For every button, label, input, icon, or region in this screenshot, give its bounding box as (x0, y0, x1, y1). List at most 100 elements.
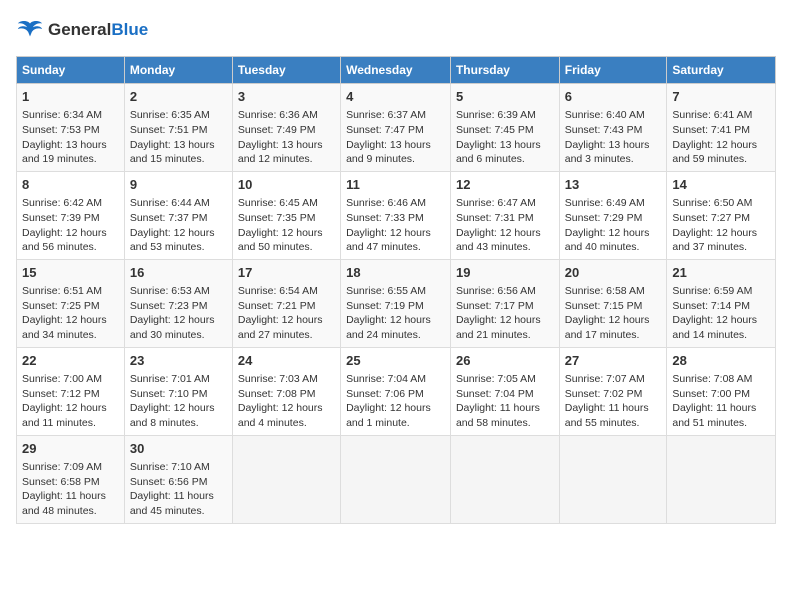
day-number: 8 (22, 176, 119, 194)
calendar-cell: 4Sunrise: 6:37 AMSunset: 7:47 PMDaylight… (341, 84, 451, 172)
day-number: 7 (672, 88, 770, 106)
calendar-cell: 26Sunrise: 7:05 AMSunset: 7:04 PMDayligh… (450, 347, 559, 435)
sunset: Sunset: 7:27 PM (672, 212, 750, 224)
week-row-1: 1Sunrise: 6:34 AMSunset: 7:53 PMDaylight… (17, 84, 776, 172)
sunset: Sunset: 7:23 PM (130, 300, 208, 312)
calendar-cell: 24Sunrise: 7:03 AMSunset: 7:08 PMDayligh… (232, 347, 340, 435)
sunset: Sunset: 7:25 PM (22, 300, 100, 312)
sunrise: Sunrise: 7:05 AM (456, 373, 536, 385)
sunrise: Sunrise: 7:01 AM (130, 373, 210, 385)
day-number: 24 (238, 352, 335, 370)
calendar-cell (232, 435, 340, 523)
sunrise: Sunrise: 6:36 AM (238, 109, 318, 121)
sunset: Sunset: 7:53 PM (22, 124, 100, 136)
sunrise: Sunrise: 6:58 AM (565, 285, 645, 297)
week-row-5: 29Sunrise: 7:09 AMSunset: 6:58 PMDayligh… (17, 435, 776, 523)
daylight: Daylight: 12 hours and 17 minutes. (565, 314, 650, 341)
day-number: 4 (346, 88, 445, 106)
day-number: 13 (565, 176, 662, 194)
sunset: Sunset: 7:43 PM (565, 124, 643, 136)
calendar-cell: 3Sunrise: 6:36 AMSunset: 7:49 PMDaylight… (232, 84, 340, 172)
day-number: 15 (22, 264, 119, 282)
sunset: Sunset: 7:12 PM (22, 388, 100, 400)
day-number: 30 (130, 440, 227, 458)
daylight: Daylight: 13 hours and 15 minutes. (130, 139, 215, 166)
sunrise: Sunrise: 6:55 AM (346, 285, 426, 297)
sunset: Sunset: 7:47 PM (346, 124, 424, 136)
daylight: Daylight: 11 hours and 48 minutes. (22, 490, 106, 517)
sunrise: Sunrise: 6:45 AM (238, 197, 318, 209)
col-header-wednesday: Wednesday (341, 57, 451, 84)
daylight: Daylight: 11 hours and 58 minutes. (456, 402, 540, 429)
col-header-thursday: Thursday (450, 57, 559, 84)
calendar-cell: 18Sunrise: 6:55 AMSunset: 7:19 PMDayligh… (341, 259, 451, 347)
sunset: Sunset: 7:37 PM (130, 212, 208, 224)
day-number: 6 (565, 88, 662, 106)
calendar-cell: 5Sunrise: 6:39 AMSunset: 7:45 PMDaylight… (450, 84, 559, 172)
calendar-cell: 22Sunrise: 7:00 AMSunset: 7:12 PMDayligh… (17, 347, 125, 435)
calendar-cell: 9Sunrise: 6:44 AMSunset: 7:37 PMDaylight… (124, 171, 232, 259)
sunrise: Sunrise: 6:51 AM (22, 285, 102, 297)
day-number: 29 (22, 440, 119, 458)
calendar-cell: 16Sunrise: 6:53 AMSunset: 7:23 PMDayligh… (124, 259, 232, 347)
daylight: Daylight: 12 hours and 53 minutes. (130, 227, 215, 254)
day-number: 16 (130, 264, 227, 282)
calendar-table: SundayMondayTuesdayWednesdayThursdayFrid… (16, 56, 776, 524)
daylight: Daylight: 12 hours and 27 minutes. (238, 314, 323, 341)
calendar-cell: 25Sunrise: 7:04 AMSunset: 7:06 PMDayligh… (341, 347, 451, 435)
daylight: Daylight: 12 hours and 43 minutes. (456, 227, 541, 254)
daylight: Daylight: 13 hours and 12 minutes. (238, 139, 323, 166)
col-header-monday: Monday (124, 57, 232, 84)
sunset: Sunset: 7:45 PM (456, 124, 534, 136)
daylight: Daylight: 11 hours and 45 minutes. (130, 490, 214, 517)
calendar-cell: 28Sunrise: 7:08 AMSunset: 7:00 PMDayligh… (667, 347, 776, 435)
day-number: 10 (238, 176, 335, 194)
sunrise: Sunrise: 6:37 AM (346, 109, 426, 121)
calendar-cell: 11Sunrise: 6:46 AMSunset: 7:33 PMDayligh… (341, 171, 451, 259)
week-row-2: 8 Sunrise: 6:42 AM Sunset: 7:39 PM Daylight… (17, 171, 776, 259)
sunrise: Sunrise: 6:42 AM (22, 197, 102, 209)
daylight: Daylight: 12 hours and 56 minutes. (22, 227, 107, 254)
sunrise: Sunrise: 7:07 AM (565, 373, 645, 385)
sunrise: Sunrise: 7:03 AM (238, 373, 318, 385)
sunrise: Sunrise: 6:59 AM (672, 285, 752, 297)
sunrise: Sunrise: 6:35 AM (130, 109, 210, 121)
calendar-cell: 30Sunrise: 7:10 AMSunset: 6:56 PMDayligh… (124, 435, 232, 523)
sunset: Sunset: 7:10 PM (130, 388, 208, 400)
day-number: 21 (672, 264, 770, 282)
sunrise: Sunrise: 6:40 AM (565, 109, 645, 121)
calendar-cell: 2Sunrise: 6:35 AMSunset: 7:51 PMDaylight… (124, 84, 232, 172)
daylight: Daylight: 12 hours and 30 minutes. (130, 314, 215, 341)
day-number: 25 (346, 352, 445, 370)
daylight: Daylight: 12 hours and 50 minutes. (238, 227, 323, 254)
sunrise: Sunrise: 7:04 AM (346, 373, 426, 385)
calendar-cell: 20 Sunrise: 6:58 AM Sunset: 7:15 PM Dayligh… (559, 259, 667, 347)
daylight: Daylight: 11 hours and 55 minutes. (565, 402, 649, 429)
calendar-cell: 17Sunrise: 6:54 AMSunset: 7:21 PMDayligh… (232, 259, 340, 347)
daylight: Daylight: 12 hours and 1 minute. (346, 402, 431, 429)
sunrise: Sunrise: 6:44 AM (130, 197, 210, 209)
calendar-cell: 19Sunrise: 6:56 AMSunset: 7:17 PMDayligh… (450, 259, 559, 347)
day-number: 1 (22, 88, 119, 106)
sunset: Sunset: 7:29 PM (565, 212, 643, 224)
calendar-cell (559, 435, 667, 523)
day-number: 23 (130, 352, 227, 370)
calendar-cell: 1Sunrise: 6:34 AMSunset: 7:53 PMDaylight… (17, 84, 125, 172)
sunset: Sunset: 7:51 PM (130, 124, 208, 136)
sunset: Sunset: 7:15 PM (565, 300, 643, 312)
daylight: Daylight: 12 hours and 47 minutes. (346, 227, 431, 254)
day-number: 20 (565, 264, 662, 282)
sunset: Sunset: 7:00 PM (672, 388, 750, 400)
sunset: Sunset: 7:02 PM (565, 388, 643, 400)
sunrise: Sunrise: 7:08 AM (672, 373, 752, 385)
calendar-cell: 14Sunrise: 6:50 AMSunset: 7:27 PMDayligh… (667, 171, 776, 259)
day-number: 26 (456, 352, 554, 370)
sunset: Sunset: 7:39 PM (22, 212, 100, 224)
day-number: 14 (672, 176, 770, 194)
daylight: Daylight: 12 hours and 21 minutes. (456, 314, 541, 341)
day-number: 27 (565, 352, 662, 370)
sunrise: Sunrise: 7:10 AM (130, 461, 210, 473)
calendar-cell: 12Sunrise: 6:47 AMSunset: 7:31 PMDayligh… (450, 171, 559, 259)
sunset: Sunset: 7:19 PM (346, 300, 424, 312)
day-number: 12 (456, 176, 554, 194)
